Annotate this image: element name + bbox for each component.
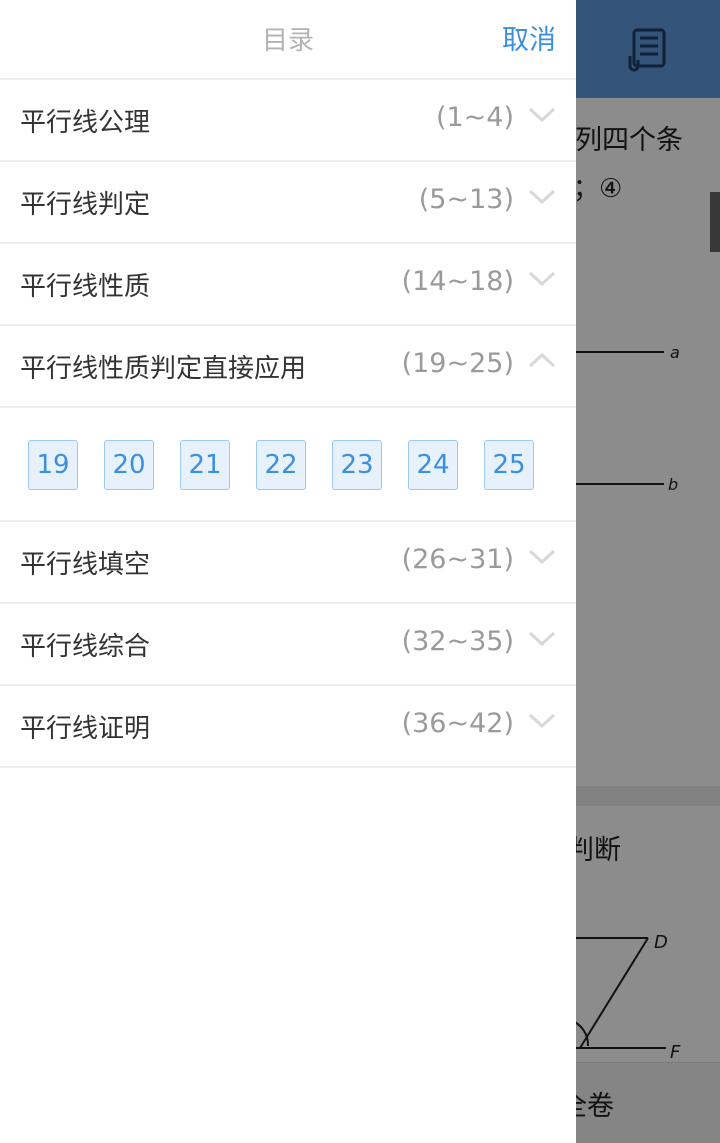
- question-number-button[interactable]: 24: [408, 440, 458, 490]
- question-number-button[interactable]: 25: [484, 440, 534, 490]
- section-row[interactable]: 平行线填空 (26~31): [0, 522, 576, 604]
- section-row[interactable]: 平行线证明 (36~42): [0, 686, 576, 768]
- section-title: 平行线性质判定直接应用: [20, 354, 307, 384]
- chevron-down-icon: [528, 189, 556, 204]
- question-number-grid: 19 20 21 22 23 24 25: [0, 408, 576, 522]
- section-range: (36~42): [401, 708, 514, 739]
- chevron-down-icon: [528, 713, 556, 728]
- chevron-up-icon: [528, 352, 556, 368]
- section-range: (19~25): [401, 348, 514, 379]
- question-number-button[interactable]: 22: [256, 440, 306, 490]
- section-list: 平行线公理 (1~4) 平行线判定 (5~13) 平行线性质 (14~18) 平行线性质判定…: [0, 80, 576, 408]
- section-row[interactable]: 平行线性质判定直接应用 (19~25): [0, 326, 576, 408]
- chevron-down-icon: [528, 631, 556, 646]
- question-number-button[interactable]: 21: [180, 440, 230, 490]
- section-range: (32~35): [401, 626, 514, 657]
- question-number-button[interactable]: 20: [104, 440, 154, 490]
- section-title: 平行线综合: [20, 632, 151, 662]
- section-range: (1~4): [435, 102, 514, 133]
- question-number-button[interactable]: 23: [332, 440, 382, 490]
- chevron-down-icon: [528, 107, 556, 122]
- section-title: 平行线填空: [20, 550, 151, 580]
- section-row[interactable]: 平行线综合 (32~35): [0, 604, 576, 686]
- section-title: 平行线证明: [20, 714, 151, 744]
- section-range: (5~13): [418, 184, 514, 215]
- question-number-button[interactable]: 19: [28, 440, 78, 490]
- section-title: 平行线性质: [20, 272, 151, 302]
- chevron-down-icon: [528, 271, 556, 286]
- section-range: (14~18): [401, 266, 514, 297]
- section-title: 平行线判定: [20, 190, 151, 220]
- drawer-header: 目录 取消: [0, 0, 576, 80]
- section-list-2: 平行线填空 (26~31) 平行线综合 (32~35) 平行线证明 (36~42): [0, 522, 576, 768]
- cancel-button[interactable]: 取消: [502, 18, 556, 57]
- screen: 下列四个条 °；④ a b 能判断 D F 全卷 目录 取消 平行线公理 (1~4…: [0, 0, 720, 1143]
- chevron-down-icon: [528, 549, 556, 564]
- section-row[interactable]: 平行线公理 (1~4): [0, 80, 576, 162]
- section-row[interactable]: 平行线判定 (5~13): [0, 162, 576, 244]
- catalog-drawer: 目录 取消 平行线公理 (1~4) 平行线判定 (5~13) 平行线性质 (14~18) 平…: [0, 0, 576, 1143]
- section-row[interactable]: 平行线性质 (14~18): [0, 244, 576, 326]
- drawer-title: 目录: [261, 26, 314, 56]
- section-range: (26~31): [401, 544, 514, 575]
- section-title: 平行线公理: [20, 108, 151, 138]
